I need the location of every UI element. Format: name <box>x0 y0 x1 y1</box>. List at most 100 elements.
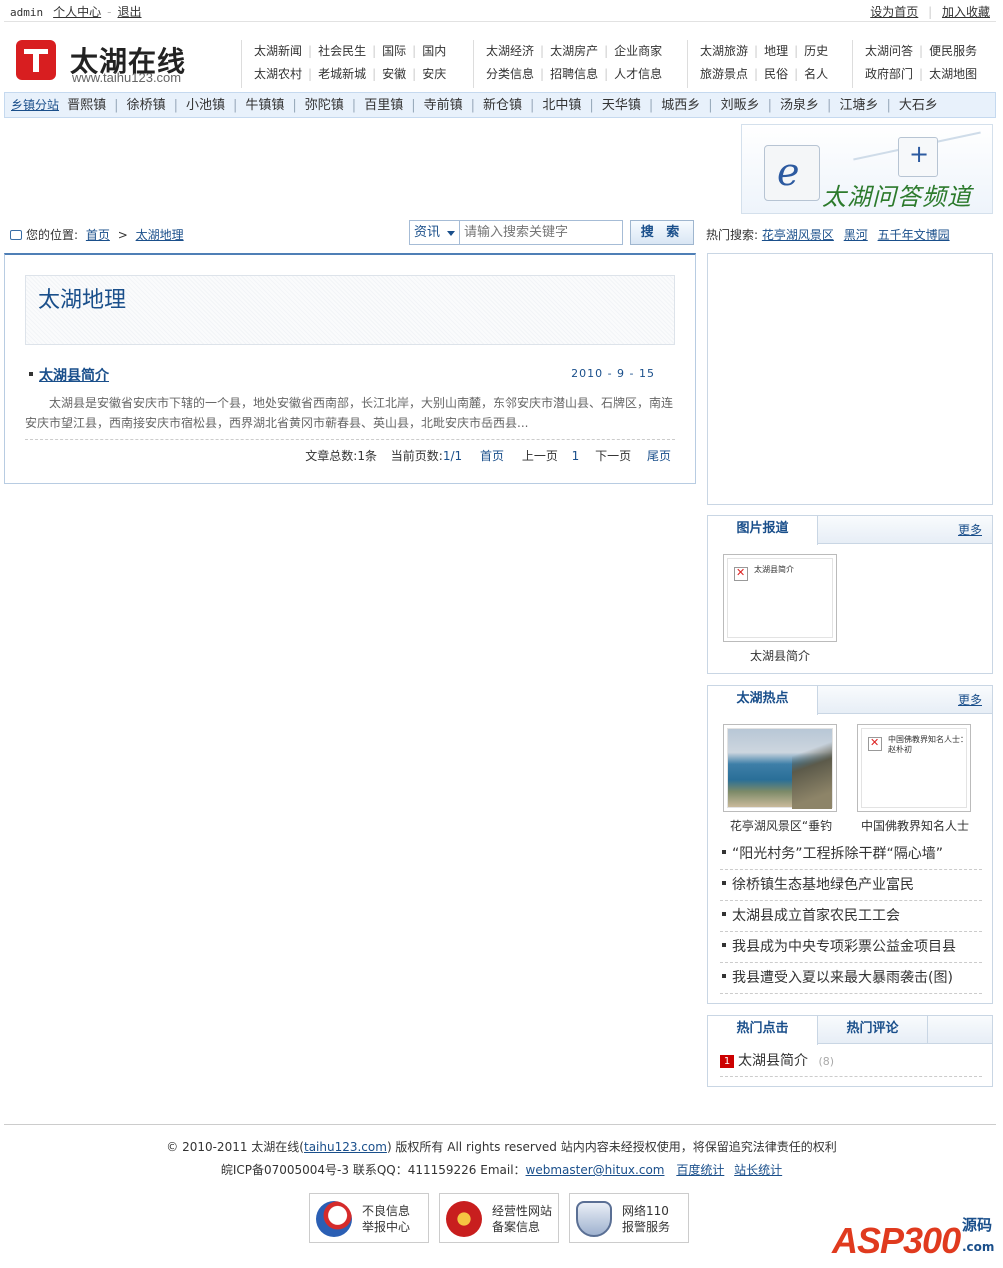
town-link[interactable]: 晋熙镇 <box>67 98 106 113</box>
pager-next[interactable]: 下一页 <box>595 449 631 463</box>
set-home-link[interactable]: 设为首页 <box>870 5 918 19</box>
nav-link[interactable]: 企业商家 <box>614 44 662 58</box>
nav-link[interactable]: 太湖新闻 <box>254 44 302 58</box>
town-link[interactable]: 弥陀镇 <box>305 98 344 113</box>
hot-search-item[interactable]: 黑河 <box>844 228 868 242</box>
photo-caption[interactable]: 太湖县简介 <box>710 647 850 664</box>
town-separator: | <box>114 98 119 113</box>
user-center-link[interactable]: 个人中心 <box>53 5 101 19</box>
town-link[interactable]: 汤泉乡 <box>780 98 819 113</box>
nav-link[interactable]: 便民服务 <box>929 44 977 58</box>
town-link[interactable]: 江塘乡 <box>839 98 878 113</box>
search-button[interactable]: 搜 索 <box>630 220 694 245</box>
nav-link[interactable]: 太湖农村 <box>254 67 302 81</box>
report-center-badge[interactable]: 不良信息 举报中心 <box>309 1193 429 1243</box>
tab-hot-click[interactable]: 热门点击 <box>708 1016 818 1045</box>
town-link[interactable]: 城西乡 <box>661 98 700 113</box>
ranked-item[interactable]: 1 太湖县简介 (8) <box>720 1046 982 1077</box>
town-separator: | <box>827 98 832 113</box>
pager-page: 1/1 <box>442 449 463 463</box>
list-item[interactable]: 徐桥镇生态基地绿色产业富民 <box>720 870 982 901</box>
town-separator: | <box>767 98 773 113</box>
town-link[interactable]: 新仓镇 <box>483 98 522 113</box>
more-link[interactable]: 更多 <box>958 691 982 708</box>
nav-link[interactable]: 安庆 <box>422 67 446 81</box>
pager-first[interactable]: 首页 <box>480 449 504 463</box>
town-link[interactable]: 寺前镇 <box>424 98 463 113</box>
hot-search-item[interactable]: 五千年文博园 <box>878 228 950 242</box>
list-item[interactable]: 我县遭受入夏以来最大暴雨袭击(图) <box>720 963 982 994</box>
article-title-link[interactable]: 太湖县简介 <box>39 365 109 385</box>
more-link[interactable]: 更多 <box>958 521 982 538</box>
nav-link[interactable]: 安徽 <box>382 67 406 81</box>
add-favorite-link[interactable]: 加入收藏 <box>942 5 990 19</box>
town-separator: | <box>173 98 178 113</box>
list-item[interactable]: 我县成为中央专项彩票公益金项目县 <box>720 932 982 963</box>
search-category-select[interactable]: 资讯 <box>410 221 460 244</box>
pager-prev[interactable]: 上一页 <box>522 449 558 463</box>
nav-link[interactable]: 人才信息 <box>614 67 662 81</box>
nav-link[interactable]: 招聘信息 <box>550 67 598 81</box>
location-bar: 您的位置: 首页 > 太湖地理 资讯 搜 索 <box>10 220 700 246</box>
nav-link[interactable]: 地理 <box>764 44 788 58</box>
nav-link[interactable]: 历史 <box>804 44 828 58</box>
nav-separator: | <box>412 44 417 58</box>
town-link[interactable]: 小池镇 <box>186 98 225 113</box>
town-link[interactable]: 牛镇镇 <box>245 98 284 113</box>
nav-separator: | <box>604 44 609 58</box>
nav-separator: | <box>372 44 377 58</box>
breadcrumb-current[interactable]: 太湖地理 <box>136 228 184 242</box>
tab-hot-spots[interactable]: 太湖热点 <box>708 686 818 715</box>
list-item[interactable]: 太湖县成立首家农民工工会 <box>720 901 982 932</box>
nav-link[interactable]: 太湖问答 <box>865 44 913 58</box>
nav-link[interactable]: 名人 <box>804 67 828 81</box>
police-110-badge[interactable]: 网络110 报警服务 <box>569 1193 689 1243</box>
photo-thumb[interactable]: 太湖县简介 <box>723 554 837 642</box>
town-link[interactable]: 天华镇 <box>602 98 641 113</box>
nav-link[interactable]: 政府部门 <box>865 67 913 81</box>
breadcrumb-label: 您的位置: <box>26 228 79 242</box>
nav-link[interactable]: 老城新城 <box>318 67 366 81</box>
town-link[interactable]: 刘畈乡 <box>721 98 760 113</box>
site-logo[interactable]: 太湖在线 www.taihu123.com <box>16 40 226 88</box>
nav-link[interactable]: 国际 <box>382 44 406 58</box>
nav-link[interactable]: 分类信息 <box>486 67 534 81</box>
breadcrumb-home[interactable]: 首页 <box>86 228 110 242</box>
footer-info: 皖ICP备07005004号-3 联系QQ：411159226 Email：we… <box>0 1161 1003 1178</box>
nav-link[interactable]: 太湖经济 <box>486 44 534 58</box>
pager-num[interactable]: 1 <box>572 449 580 463</box>
baidu-stats-link[interactable]: 百度统计 <box>676 1163 724 1177</box>
lake-photo-thumb[interactable] <box>723 724 837 812</box>
logout-link[interactable]: 退出 <box>117 5 141 19</box>
hot-search-item[interactable]: 花亭湖风景区 <box>762 228 834 242</box>
list-item[interactable]: “阳光村务”工程拆除干群“隔心墙” <box>720 839 982 870</box>
town-link[interactable]: 大石乡 <box>899 98 938 113</box>
town-link[interactable]: 百里镇 <box>364 98 403 113</box>
cnzz-stats-link[interactable]: 站长统计 <box>734 1163 782 1177</box>
town-link[interactable]: 徐桥镇 <box>127 98 166 113</box>
nav-link[interactable]: 民俗 <box>764 67 788 81</box>
thumb-frame <box>727 728 833 809</box>
nav-link[interactable]: 国内 <box>422 44 446 58</box>
tab-photo-news[interactable]: 图片报道 <box>708 516 818 545</box>
qa-channel-banner[interactable]: e + 太湖问答频道 <box>741 124 993 214</box>
town-separator: | <box>530 98 535 113</box>
nav-link[interactable]: 社会民生 <box>318 44 366 58</box>
town-lead-link[interactable]: 乡镇分站 <box>11 98 59 112</box>
business-record-badge[interactable]: 经营性网站 备案信息 <box>439 1193 559 1243</box>
nav-link[interactable]: 太湖旅游 <box>700 44 748 58</box>
email-link[interactable]: webmaster@hitux.com <box>526 1163 665 1177</box>
photo-thumb[interactable]: 中国佛教界知名人士：赵朴初 <box>857 724 971 812</box>
photo-caption[interactable]: 中国佛教界知名人士 <box>844 817 986 834</box>
hot-spots-module: 太湖热点 更多 中国佛教界知名人士：赵朴初 花亭湖风景区“垂钓 中国佛教界知名人… <box>707 685 993 1004</box>
nav-separator: | <box>794 44 799 58</box>
tab-hot-comments[interactable]: 热门评论 <box>818 1016 928 1044</box>
site-domain-link[interactable]: taihu123.com <box>304 1140 387 1154</box>
nav-link[interactable]: 旅游景点 <box>700 67 748 81</box>
photo-caption[interactable]: 花亭湖风景区“垂钓 <box>710 817 852 834</box>
town-link[interactable]: 北中镇 <box>542 98 581 113</box>
pager-last[interactable]: 尾页 <box>647 449 671 463</box>
nav-link[interactable]: 太湖地图 <box>929 67 977 81</box>
search-input[interactable] <box>462 222 620 243</box>
nav-link[interactable]: 太湖房产 <box>550 44 598 58</box>
